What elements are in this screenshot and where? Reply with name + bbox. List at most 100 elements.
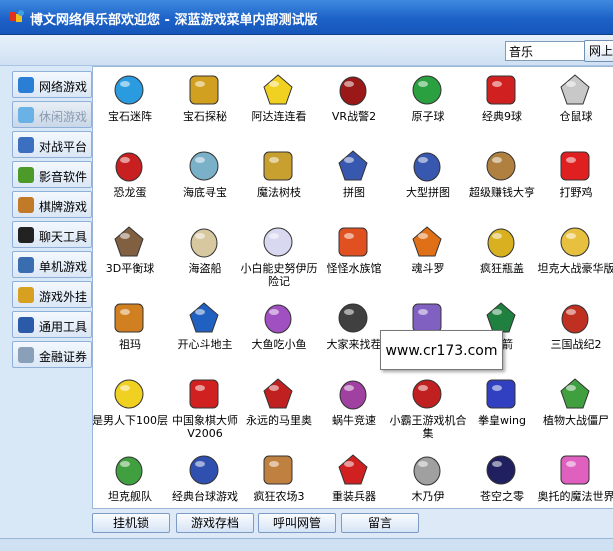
game-tile[interactable]: 3D平衡球 bbox=[93, 219, 167, 289]
money-bag-icon bbox=[486, 151, 516, 181]
sidebar-item[interactable]: 影音软件 bbox=[12, 161, 92, 188]
status-bar bbox=[0, 538, 613, 551]
game-tile[interactable]: 超级赚钱大亨 bbox=[465, 143, 539, 213]
game-tile[interactable]: 海底寻宝 bbox=[168, 143, 242, 213]
zuma-icon bbox=[114, 303, 144, 333]
game-label: 阿达连连看 bbox=[251, 110, 307, 123]
game-tile[interactable]: 小白能史努伊历险记 bbox=[241, 219, 318, 289]
bottle-cap-icon bbox=[487, 228, 515, 258]
purple-fish-icon bbox=[264, 304, 292, 334]
chess-icon bbox=[189, 379, 219, 409]
bottom-button[interactable]: 呼叫网管 bbox=[258, 513, 336, 533]
penguin-icon bbox=[18, 227, 34, 243]
skull-icon bbox=[190, 228, 218, 258]
game-tile[interactable]: 疯狂农场3 bbox=[242, 447, 316, 508]
game-tile[interactable]: 恐龙蛋 bbox=[93, 143, 167, 213]
game-tile[interactable]: 中国象棋大师V2006 bbox=[168, 371, 242, 441]
balance-ball-icon bbox=[114, 226, 144, 257]
game-tile[interactable]: 坦克大战豪华版 bbox=[538, 219, 613, 289]
game-label: 仓鼠球 bbox=[559, 110, 593, 123]
game-tile[interactable]: 坦克舰队 bbox=[93, 447, 167, 508]
title-bar: 博文网络俱乐部欢迎您 - 深蓝游戏菜单内部测试版 bbox=[0, 0, 613, 35]
cards-icon bbox=[189, 302, 219, 333]
game-tile[interactable]: 原子球 bbox=[391, 67, 465, 137]
search-button[interactable]: 网上 bbox=[584, 40, 613, 62]
game-tile[interactable]: 魂斗罗 bbox=[391, 219, 465, 289]
sidebar-item[interactable]: 通用工具 bbox=[12, 311, 92, 338]
game-tile[interactable]: 疯狂瓶盖 bbox=[465, 219, 539, 289]
app-logo-icon bbox=[10, 10, 24, 22]
sidebar-item[interactable]: 金融证券 bbox=[12, 341, 92, 368]
game-tile[interactable]: 拳皇wing bbox=[465, 371, 539, 441]
game-tile[interactable]: 大鱼吃小鱼 bbox=[242, 295, 316, 365]
sidebar-item[interactable]: 游戏外挂 bbox=[12, 281, 92, 308]
number-two-icon bbox=[560, 151, 590, 181]
game-tile[interactable]: 宝石探秘 bbox=[168, 67, 242, 137]
game-label: 大鱼吃小鱼 bbox=[251, 338, 307, 351]
game-label: 恐龙蛋 bbox=[113, 186, 147, 199]
game-tile[interactable]: 宝石迷阵 bbox=[93, 67, 167, 137]
search-input[interactable] bbox=[505, 41, 585, 61]
farmer-icon bbox=[263, 455, 293, 485]
sidebar-item-label: 休闲游戏 bbox=[39, 110, 88, 124]
game-tile[interactable]: 蜗牛竞速 bbox=[317, 371, 391, 441]
game-tile[interactable]: 木乃伊 bbox=[391, 447, 465, 508]
game-tile[interactable]: 仓鼠球 bbox=[539, 67, 613, 137]
sidebar-item-label: 金融证券 bbox=[39, 350, 88, 364]
dino-egg-icon bbox=[115, 152, 143, 182]
game-tile[interactable]: 经典台球游戏 bbox=[168, 447, 242, 508]
game-label: 是男人下100层 bbox=[92, 414, 168, 427]
fighter-icon bbox=[486, 379, 516, 409]
game-tile[interactable]: 植物大战僵尸 bbox=[539, 371, 613, 441]
game-label: 永远的马里奥 bbox=[246, 414, 312, 427]
sidebar-item[interactable]: 网络游戏 bbox=[12, 71, 92, 98]
game-tile[interactable]: 魔法树枝 bbox=[242, 143, 316, 213]
sidebar-item[interactable]: 聊天工具 bbox=[12, 221, 92, 248]
girl-face-icon bbox=[413, 152, 441, 182]
game-tile[interactable]: 大型拼图 bbox=[391, 143, 465, 213]
game-tile[interactable]: 永远的马里奥 bbox=[242, 371, 316, 441]
game-tile[interactable]: 三国战纪2 bbox=[539, 295, 613, 365]
game-tile[interactable]: 苍空之零 bbox=[465, 447, 539, 508]
game-tile[interactable]: 开心斗地主 bbox=[168, 295, 242, 365]
starfield-icon bbox=[486, 455, 516, 485]
pink-creature-icon bbox=[560, 455, 590, 485]
sidebar-item[interactable]: 棋牌游戏 bbox=[12, 191, 92, 218]
gold-mask-icon bbox=[189, 75, 219, 105]
game-tile[interactable]: 是男人下100层 bbox=[93, 371, 168, 441]
game-tile[interactable]: 重装兵器 bbox=[317, 447, 391, 508]
sidebar-item-label: 通用工具 bbox=[39, 320, 88, 334]
game-tile[interactable]: 打野鸡 bbox=[539, 143, 613, 213]
sidebar-item[interactable]: 休闲游戏 bbox=[12, 101, 92, 128]
sidebar-item[interactable]: 对战平台 bbox=[12, 131, 92, 158]
hand-icon bbox=[18, 347, 34, 363]
sidebar-item-label: 影音软件 bbox=[39, 170, 88, 184]
red-box-icon bbox=[339, 76, 367, 106]
diamond-icon bbox=[18, 77, 34, 93]
game-tile[interactable]: 阿达连连看 bbox=[242, 67, 316, 137]
three-kingdoms-icon bbox=[561, 304, 589, 334]
red-fish-icon bbox=[338, 227, 368, 257]
game-tile[interactable]: 祖玛 bbox=[93, 295, 167, 365]
bottom-button[interactable]: 挂机锁 bbox=[92, 513, 170, 533]
game-tile[interactable]: 经典9球 bbox=[465, 67, 539, 137]
game-label: 坦克大战豪华版 bbox=[537, 262, 613, 275]
star-icon bbox=[18, 287, 34, 303]
game-label: 魔法树枝 bbox=[257, 186, 301, 199]
game-label: 打野鸡 bbox=[559, 186, 593, 199]
girl-face-icon bbox=[338, 150, 368, 181]
game-tile[interactable]: 怪怪水族馆 bbox=[317, 219, 391, 289]
bottom-button[interactable]: 游戏存档 bbox=[176, 513, 254, 533]
bottom-button[interactable]: 留言 bbox=[341, 513, 419, 533]
game-tile[interactable]: 小霸王游戏机合集 bbox=[390, 371, 467, 441]
bottom-toolbar: 挂机锁 游戏存档 呼叫网管 留言 bbox=[92, 509, 613, 537]
game-label: 奥托的魔法世界 bbox=[537, 490, 613, 503]
game-tile[interactable]: VR战警2 bbox=[317, 67, 391, 137]
sidebar-item-label: 棋牌游戏 bbox=[39, 200, 88, 214]
game-tile[interactable]: 奥托的魔法世界 bbox=[538, 447, 613, 508]
disc-icon bbox=[18, 167, 34, 183]
game-tile[interactable]: 海盗船 bbox=[168, 219, 242, 289]
sidebar-item[interactable]: 单机游戏 bbox=[12, 251, 92, 278]
game-label: 祖玛 bbox=[119, 338, 141, 351]
game-tile[interactable]: 拼图 bbox=[317, 143, 391, 213]
